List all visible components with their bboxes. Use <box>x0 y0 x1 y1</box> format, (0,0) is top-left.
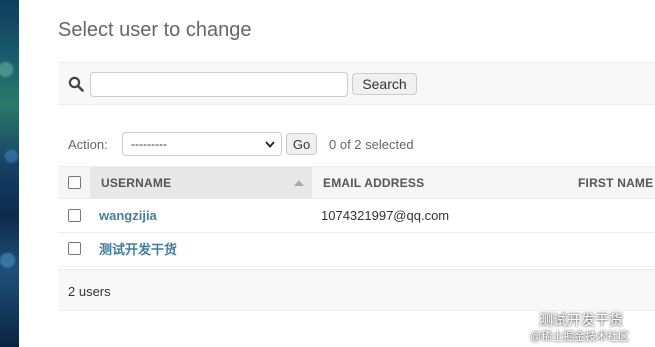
search-input[interactable] <box>90 72 348 97</box>
sort-ascending-icon[interactable] <box>294 180 304 186</box>
result-count-bar: 2 users <box>58 269 655 311</box>
go-button[interactable]: Go <box>286 133 317 155</box>
watermark-subtitle: @稀土掘金技术社区 <box>530 331 630 343</box>
column-label-first-name: FIRST NAME <box>578 176 654 190</box>
search-toolbar: Search <box>58 62 655 105</box>
row-checkbox[interactable] <box>68 242 81 255</box>
column-header-email[interactable]: EMAIL ADDRESS <box>323 167 424 199</box>
watermark: 测试开发干货 @稀土掘金技术社区 <box>503 307 655 347</box>
email-cell: 1074321997@qq.com <box>321 208 450 223</box>
table-row: wangzijia 1074321997@qq.com <box>58 199 655 233</box>
action-select-value: --------- <box>131 137 167 151</box>
changelist-content: Select user to change Search Action: ---… <box>58 0 655 347</box>
wechat-icon <box>504 311 531 333</box>
result-count: 2 users <box>68 284 111 299</box>
username-link[interactable]: wangzijia <box>99 199 157 232</box>
row-checkbox[interactable] <box>68 209 81 222</box>
chevron-down-icon <box>265 141 275 148</box>
background-image-strip <box>0 0 19 347</box>
selected-count: 0 of 2 selected <box>329 137 414 152</box>
search-button[interactable]: Search <box>352 73 417 95</box>
column-label-email: EMAIL ADDRESS <box>323 176 425 190</box>
action-bar: Action: --------- Go 0 of 2 selected <box>58 128 655 160</box>
username-link[interactable]: 测试开发干货 <box>99 233 177 266</box>
action-label: Action: <box>68 137 108 152</box>
select-all-checkbox[interactable] <box>68 176 81 189</box>
table-row: 测试开发干货 <box>58 233 655 267</box>
column-label-username: USERNAME <box>101 176 172 190</box>
search-icon <box>68 76 84 92</box>
page-title: Select user to change <box>58 19 252 41</box>
users-table: USERNAME EMAIL ADDRESS FIRST NAME wangzi… <box>58 166 655 267</box>
table-header: USERNAME EMAIL ADDRESS FIRST NAME <box>58 166 655 199</box>
watermark-title: 测试开发干货 <box>539 312 623 328</box>
column-header-username[interactable]: USERNAME <box>90 167 312 199</box>
column-header-first-name[interactable]: FIRST NAME <box>578 167 653 199</box>
action-select[interactable]: --------- <box>122 132 282 156</box>
